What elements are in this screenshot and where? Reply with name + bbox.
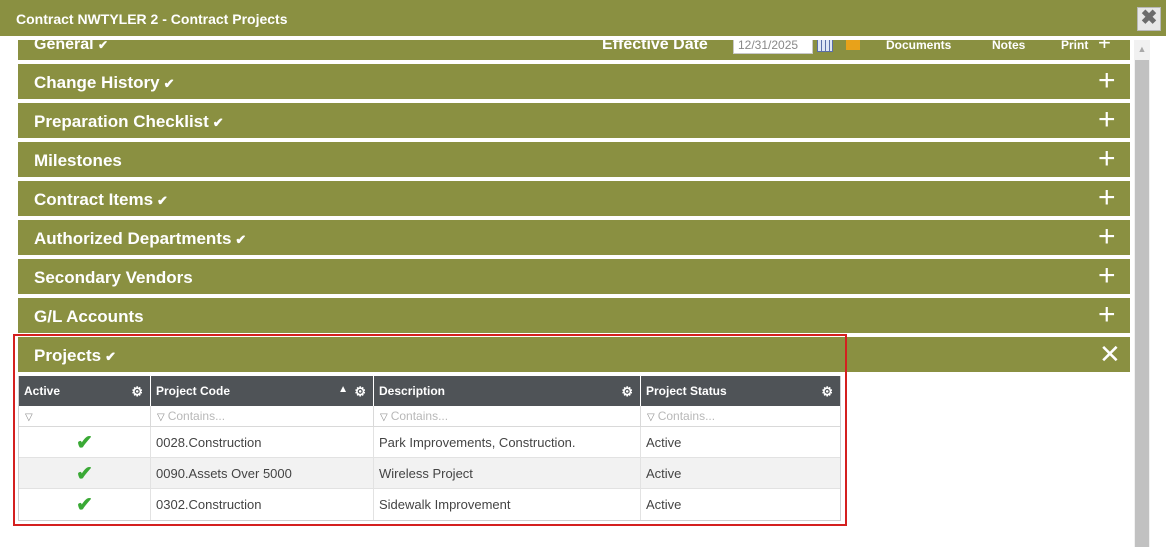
section-authorized-departments[interactable]: Authorized Departments ✔ + [18, 220, 1130, 255]
calendar-icon[interactable] [817, 40, 833, 52]
collapse-icon[interactable]: ✕ [1099, 341, 1121, 367]
section-secondary-vendors[interactable]: Secondary Vendors + [18, 259, 1130, 294]
section-contract-items[interactable]: Contract Items ✔ + [18, 181, 1130, 216]
section-change-history[interactable]: Change History ✔ + [18, 64, 1130, 99]
close-window-button[interactable]: ✖ [1137, 7, 1161, 31]
section-label: Milestones [34, 151, 122, 170]
section-label: Contract Items ✔ [34, 190, 168, 209]
section-label: Authorized Departments ✔ [34, 229, 247, 248]
window-title: Contract NWTYLER 2 - Contract Projects [16, 11, 288, 27]
print-link[interactable]: Print [1061, 40, 1088, 52]
window-titlebar: Contract NWTYLER 2 - Contract Projects ✖ [0, 0, 1166, 38]
expand-icon[interactable]: + [1098, 183, 1116, 213]
projects-highlight-box [13, 334, 847, 526]
vertical-scrollbar[interactable]: ▲ [1134, 40, 1150, 547]
content-area: General ✔ Effective Date 12/31/2025 Docu… [0, 40, 1166, 547]
documents-link[interactable]: Documents [886, 40, 951, 52]
expand-icon[interactable]: + [1098, 105, 1116, 135]
expand-icon[interactable]: + [1098, 300, 1116, 330]
section-preparation-checklist[interactable]: Preparation Checklist ✔ + [18, 103, 1130, 138]
effective-date-label: Effective Date [602, 40, 708, 53]
scroll-up-icon[interactable]: ▲ [1134, 42, 1150, 56]
scrollbar-thumb[interactable] [1135, 60, 1149, 547]
general-section-label: General ✔ [34, 40, 109, 53]
expand-icon[interactable]: + [1098, 144, 1116, 174]
effective-date-input[interactable]: 12/31/2025 [733, 40, 813, 54]
section-label: G/L Accounts [34, 307, 144, 326]
section-gl-accounts[interactable]: G/L Accounts + [18, 298, 1130, 333]
general-section-header[interactable]: General ✔ Effective Date 12/31/2025 Docu… [18, 40, 1130, 60]
section-label: Secondary Vendors [34, 268, 193, 287]
expand-general-icon[interactable]: + [1098, 40, 1111, 54]
section-label: Change History ✔ [34, 73, 175, 92]
section-milestones[interactable]: Milestones + [18, 142, 1130, 177]
expand-icon[interactable]: + [1098, 261, 1116, 291]
expand-icon[interactable]: + [1098, 222, 1116, 252]
section-label: Preparation Checklist ✔ [34, 112, 224, 131]
document-icon[interactable] [846, 40, 860, 50]
expand-icon[interactable]: + [1098, 66, 1116, 96]
notes-link[interactable]: Notes [992, 40, 1025, 52]
